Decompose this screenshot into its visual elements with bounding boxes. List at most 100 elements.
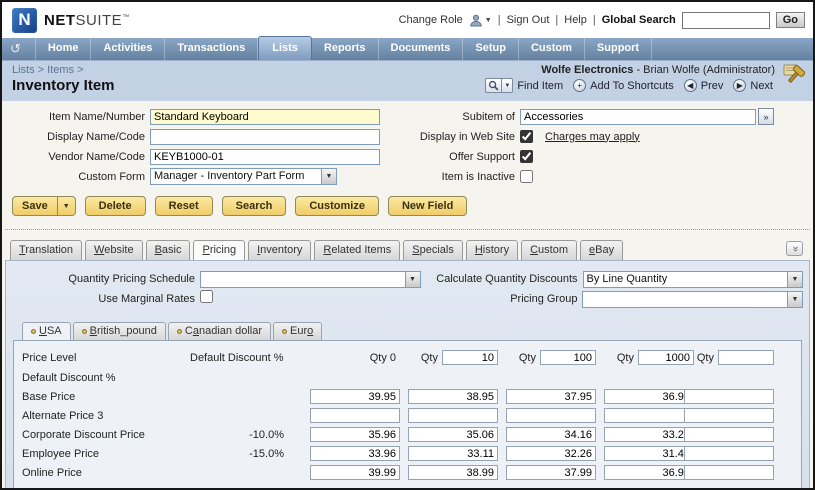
quantity-pricing-schedule-select[interactable]: ▼	[200, 270, 421, 288]
qty-threshold-input[interactable]	[442, 350, 498, 365]
section-divider	[5, 229, 810, 230]
charges-may-apply-link[interactable]: Charges may apply	[545, 131, 640, 143]
tab-website[interactable]: Website	[85, 240, 143, 260]
nav-transactions[interactable]: Transactions	[165, 38, 259, 60]
tab-history[interactable]: History	[465, 240, 519, 260]
price-input[interactable]	[506, 465, 596, 480]
calculate-quantity-discounts-select[interactable]: By Line Quantity ▼	[582, 270, 803, 288]
dropdown-arrow-icon[interactable]: ▼	[787, 271, 802, 287]
nav-custom[interactable]: Custom	[519, 38, 585, 60]
tab-ebay[interactable]: eBay	[580, 240, 624, 260]
subitem-of-input[interactable]	[520, 108, 756, 125]
price-input[interactable]	[604, 465, 694, 480]
price-input[interactable]	[506, 446, 596, 461]
currency-tab-canadian-dollar[interactable]: Canadian dollar	[167, 322, 271, 340]
help-link[interactable]: Help	[564, 14, 587, 26]
collapse-panel-icon[interactable]: »	[786, 241, 803, 256]
display-in-web-site-checkbox[interactable]	[520, 130, 533, 143]
nav-support[interactable]: Support	[585, 38, 653, 60]
price-input[interactable]	[506, 427, 596, 442]
price-input[interactable]	[684, 465, 774, 480]
header-row-bottom: Inventory Item ▼ Find Item + Add To Shor…	[12, 77, 805, 94]
person-icon	[470, 14, 482, 26]
display-name-input[interactable]	[150, 128, 380, 145]
nav-documents[interactable]: Documents	[379, 38, 464, 60]
next-link[interactable]: Next	[750, 80, 773, 92]
price-input[interactable]	[310, 465, 400, 480]
qty-threshold-input[interactable]	[718, 350, 774, 365]
price-input[interactable]	[310, 389, 400, 404]
item-is-inactive-checkbox[interactable]	[520, 170, 533, 183]
nav-home[interactable]: Home	[34, 38, 92, 60]
vendor-name-input[interactable]	[150, 148, 380, 165]
price-input[interactable]	[684, 427, 774, 442]
price-input[interactable]	[604, 427, 694, 442]
price-input[interactable]	[408, 389, 498, 404]
use-marginal-rates-checkbox[interactable]	[200, 290, 213, 303]
custom-form-select[interactable]: Manager - Inventory Part Form ▼	[150, 168, 337, 185]
tab-pricing[interactable]: Pricing	[193, 240, 246, 260]
price-input[interactable]	[408, 427, 498, 442]
item-name-input[interactable]	[150, 108, 380, 125]
price-input[interactable]	[506, 408, 596, 423]
sign-out-link[interactable]: Sign Out	[507, 14, 550, 26]
prev-icon[interactable]: ◀	[683, 79, 697, 92]
price-input[interactable]	[408, 465, 498, 480]
nav-setup[interactable]: Setup	[463, 38, 519, 60]
tab-specials[interactable]: Specials	[403, 240, 463, 260]
tab-translation[interactable]: Translation	[10, 240, 83, 260]
price-input[interactable]	[604, 389, 694, 404]
currency-tab-usa[interactable]: USA	[22, 322, 71, 340]
new-field-button[interactable]: New Field	[387, 196, 468, 216]
dropdown-arrow-icon[interactable]: ▼	[404, 271, 420, 287]
delete-button[interactable]: Delete	[84, 196, 146, 216]
open-list-icon[interactable]: »	[758, 108, 774, 125]
price-input[interactable]	[310, 446, 400, 461]
find-item-link[interactable]: Find Item	[517, 80, 563, 92]
tab-inventory[interactable]: Inventory	[248, 240, 312, 260]
price-input[interactable]	[506, 389, 596, 404]
price-input[interactable]	[684, 389, 774, 404]
save-button[interactable]: Save ▼	[12, 196, 76, 216]
currency-tab-british-pound[interactable]: British_pound	[72, 322, 166, 340]
dashboard-swirl-icon[interactable]: ↺	[10, 41, 21, 57]
prev-link[interactable]: Prev	[701, 80, 724, 92]
save-dropdown-icon[interactable]: ▼	[56, 197, 75, 215]
price-input[interactable]	[408, 408, 498, 423]
nav-lists[interactable]: Lists	[258, 36, 312, 60]
go-button[interactable]: Go	[775, 12, 805, 28]
tab-basic[interactable]: Basic	[145, 240, 191, 260]
qty-threshold-input[interactable]	[638, 350, 694, 365]
breadcrumb[interactable]: Lists > Items >	[12, 64, 84, 76]
price-level-name: Alternate Price 3	[22, 409, 104, 422]
dropdown-arrow-icon[interactable]: ▼	[321, 169, 336, 184]
pricing-group-select[interactable]: ▼	[582, 290, 803, 308]
next-icon[interactable]: ▶	[733, 79, 747, 92]
nav-activities[interactable]: Activities	[91, 38, 166, 60]
price-input[interactable]	[604, 408, 694, 423]
add-to-shortcuts-icon[interactable]: +	[573, 79, 587, 92]
search-button[interactable]: Search	[221, 196, 287, 216]
change-role-link[interactable]: Change Role	[399, 14, 463, 26]
offer-support-checkbox[interactable]	[520, 150, 533, 163]
global-search-input[interactable]	[681, 11, 770, 29]
currency-tab-euro[interactable]: Euro	[273, 322, 323, 340]
dropdown-arrow-icon[interactable]: ▼	[787, 291, 802, 307]
customize-button[interactable]: Customize	[295, 196, 379, 216]
brand-net: NET	[44, 11, 76, 29]
price-input[interactable]	[604, 446, 694, 461]
price-input[interactable]	[408, 446, 498, 461]
add-to-shortcuts-link[interactable]: Add To Shortcuts	[590, 80, 674, 92]
price-input[interactable]	[684, 408, 774, 423]
reset-button[interactable]: Reset	[154, 196, 213, 216]
qty-threshold-input[interactable]	[540, 350, 596, 365]
price-input[interactable]	[684, 446, 774, 461]
discount-value: -15.0%	[249, 447, 284, 460]
price-input[interactable]	[310, 427, 400, 442]
tab-related-items[interactable]: Related Items	[314, 240, 401, 260]
tab-custom[interactable]: Custom	[521, 240, 577, 260]
nav-reports[interactable]: Reports	[312, 38, 379, 60]
role-menu-button[interactable]: ▼	[469, 14, 492, 27]
find-item-button[interactable]: ▼	[485, 78, 514, 93]
price-input[interactable]	[310, 408, 400, 423]
